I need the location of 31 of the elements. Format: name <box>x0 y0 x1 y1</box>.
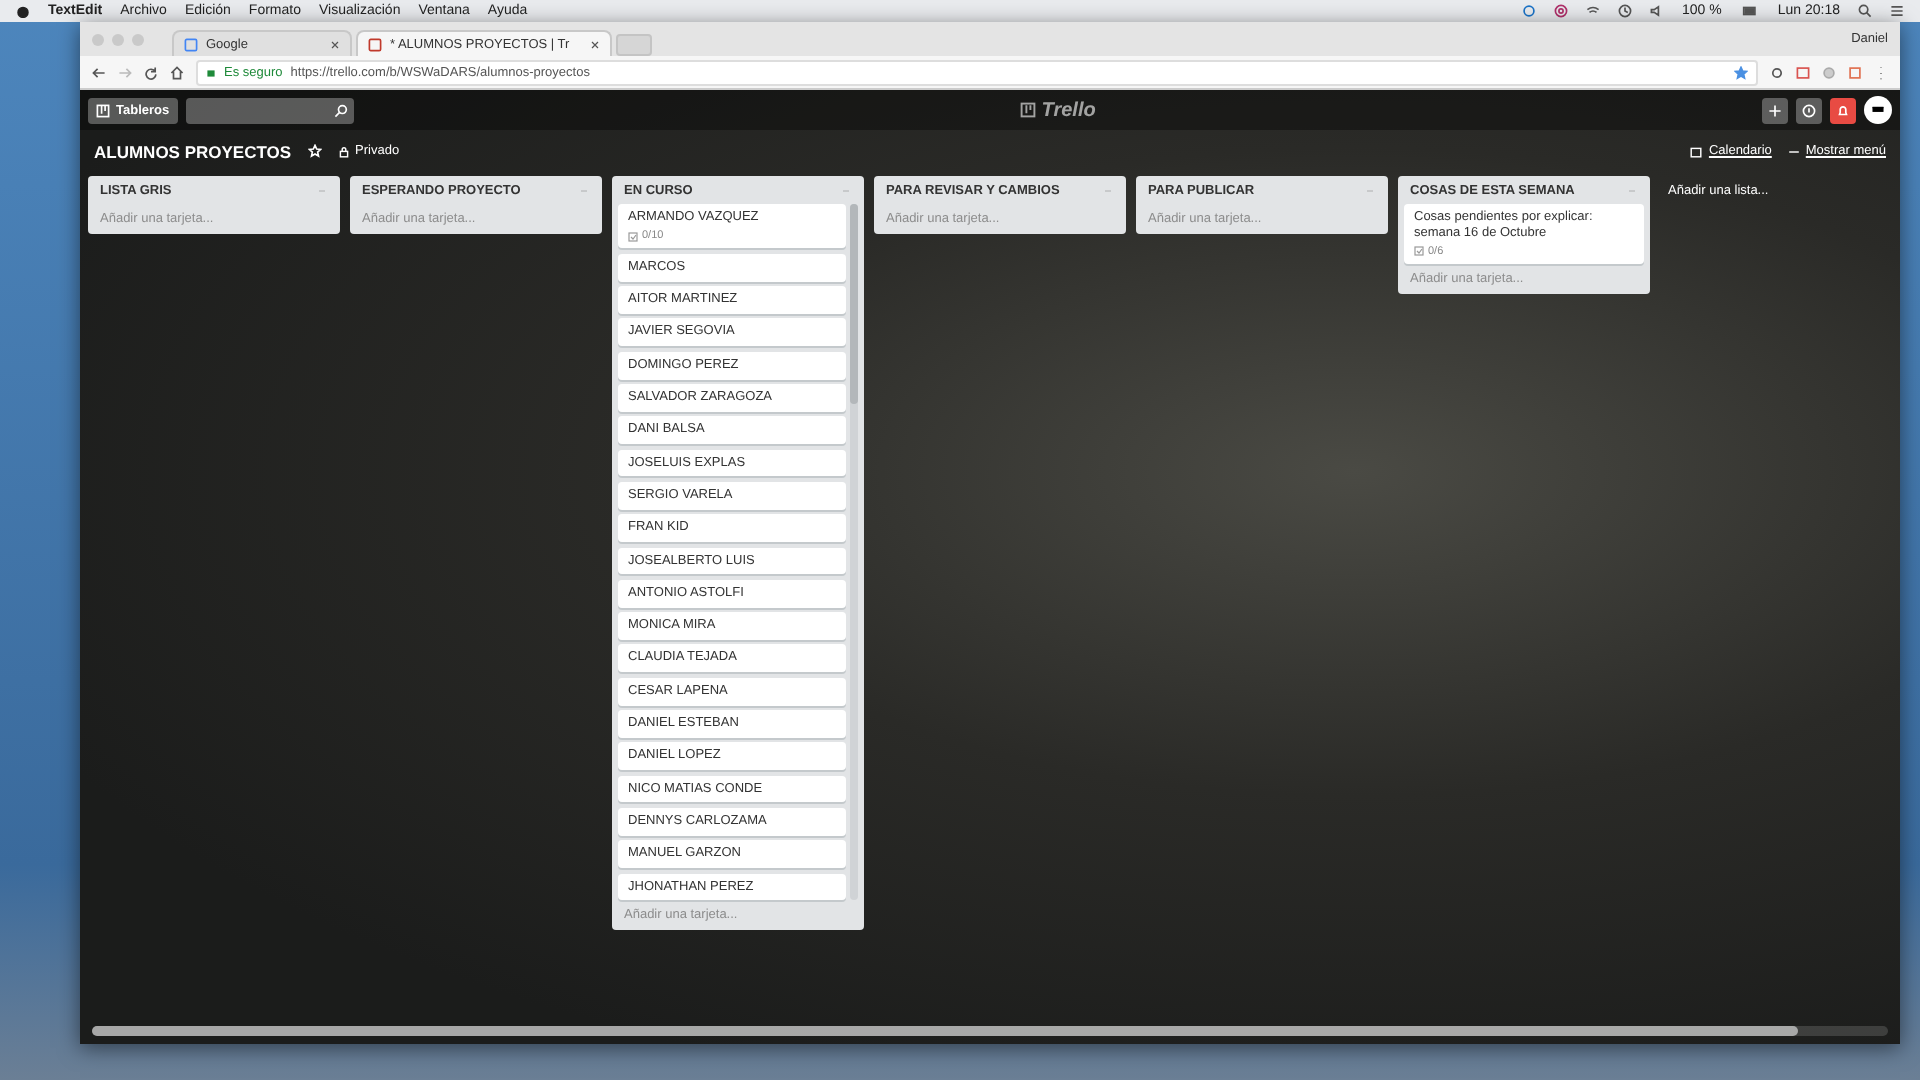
notifications-button[interactable] <box>1830 97 1856 123</box>
checkbox-icon <box>628 231 638 242</box>
more-icon <box>1787 145 1800 157</box>
checkbox-icon <box>1414 246 1424 257</box>
home-icon[interactable] <box>170 65 184 79</box>
logo-icon <box>1019 102 1036 118</box>
circle-icon[interactable] <box>1521 4 1536 18</box>
back-icon[interactable] <box>92 65 106 79</box>
search-icon[interactable] <box>1858 4 1872 18</box>
plus-icon <box>1768 103 1782 117</box>
list-icon[interactable] <box>1890 4 1904 18</box>
info-button[interactable] <box>1796 97 1822 123</box>
battery-icon[interactable] <box>1739 4 1760 18</box>
reload-icon[interactable] <box>144 65 158 79</box>
bell-icon <box>1836 103 1850 117</box>
target-icon[interactable] <box>1553 4 1568 18</box>
close-icon[interactable] <box>330 39 340 49</box>
star-icon[interactable] <box>1734 65 1748 79</box>
logo-text: Trello <box>1041 99 1096 121</box>
square-icon[interactable] <box>1848 65 1862 79</box>
wifi-icon[interactable] <box>1585 4 1600 18</box>
info-icon <box>1802 103 1816 117</box>
boards-icon <box>96 103 110 117</box>
speaker-icon[interactable] <box>1649 4 1664 18</box>
board-title[interactable]: ALUMNOS PROYECTOS <box>94 141 292 161</box>
add-button[interactable] <box>1762 97 1788 123</box>
search-icon <box>333 103 348 117</box>
clock-icon[interactable] <box>1617 4 1632 18</box>
search-field[interactable] <box>185 97 354 123</box>
close-icon[interactable] <box>590 39 600 49</box>
avatar[interactable] <box>1864 96 1892 124</box>
